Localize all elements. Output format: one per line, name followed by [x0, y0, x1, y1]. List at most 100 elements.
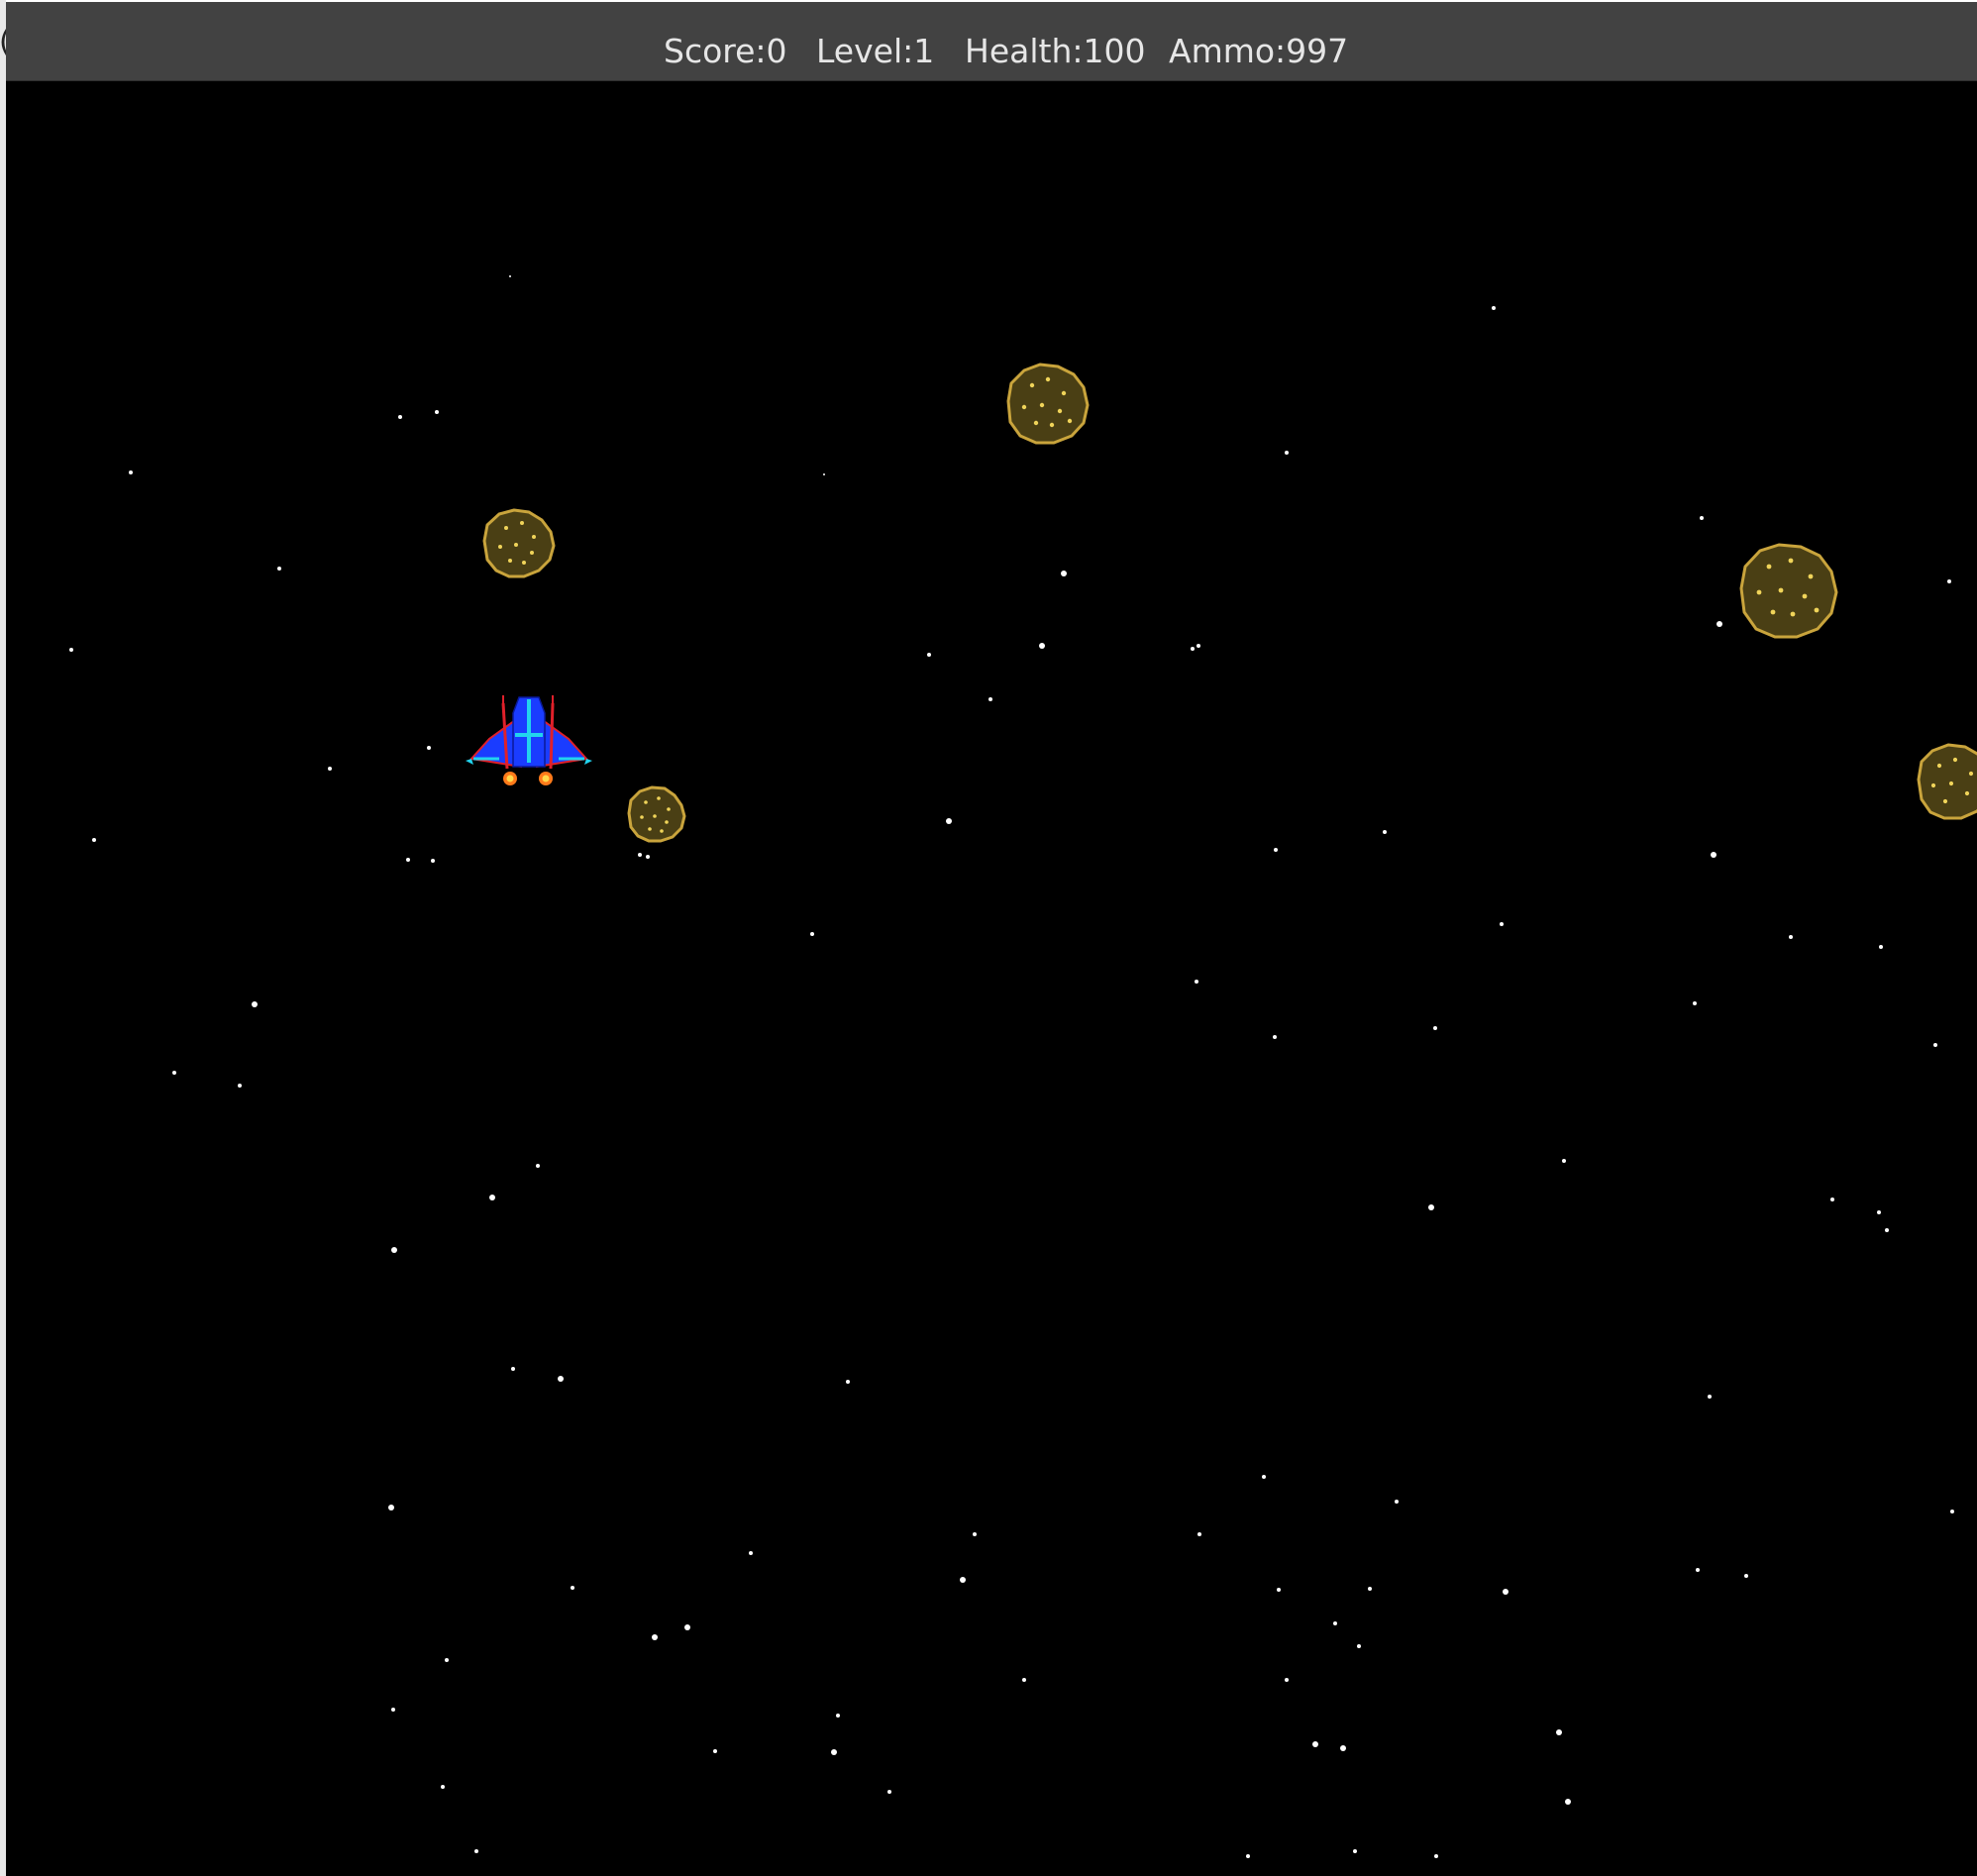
star-dot [1428, 1204, 1434, 1210]
level-label: Level:1 [816, 32, 935, 70]
star-dot [1197, 644, 1200, 648]
star-dot [1285, 1678, 1289, 1682]
star-dot [1274, 848, 1278, 852]
star-dot [652, 1634, 658, 1640]
star-dot [1022, 1678, 1026, 1682]
star-dot [1353, 1849, 1357, 1853]
star-dot [172, 1071, 176, 1075]
star-dot [1277, 1588, 1281, 1592]
star-dot [927, 653, 931, 657]
starfield [69, 275, 1954, 1858]
star-dot [713, 1749, 717, 1753]
star-dot [277, 567, 281, 571]
star-dot [435, 410, 439, 414]
star-dot [328, 767, 332, 771]
star-dot [536, 1164, 540, 1168]
star-dot [406, 858, 410, 862]
star-dot [1879, 945, 1883, 949]
star-dot [1383, 830, 1387, 834]
star-dot [511, 1367, 515, 1371]
asteroid-icon [1006, 363, 1090, 445]
space-field [69, 275, 1977, 1858]
star-dot [1950, 1510, 1954, 1513]
star-dot [1565, 1799, 1571, 1805]
spaceship-icon [466, 695, 592, 785]
ammo-label: Ammo:997 [1169, 32, 1349, 70]
star-dot [558, 1376, 564, 1382]
star-dot [1693, 1001, 1697, 1005]
asteroid-icon [482, 508, 556, 578]
score-label: Score:0 [664, 32, 787, 70]
star-dot [1039, 643, 1045, 649]
star-dot [1061, 571, 1067, 576]
star-dot [1368, 1587, 1372, 1591]
star-dot [1708, 1395, 1712, 1399]
star-dot [1947, 579, 1951, 583]
star-dot [571, 1586, 574, 1590]
game-canvas[interactable] [6, 81, 1977, 1876]
star-dot [489, 1195, 495, 1200]
star-dot [638, 853, 642, 857]
star-dot [846, 1380, 850, 1384]
star-dot [1195, 980, 1198, 984]
hud-bar: Score:0 Level:1 Health:100 Ammo:997 [6, 2, 1977, 81]
star-dot [836, 1714, 840, 1718]
star-dot [831, 1749, 837, 1755]
star-dot [1357, 1644, 1361, 1648]
star-dot [1333, 1621, 1337, 1625]
health-label: Health:100 [965, 32, 1146, 70]
star-dot [388, 1505, 394, 1511]
star-dot [474, 1849, 478, 1853]
star-dot [1312, 1741, 1318, 1747]
star-dot [1191, 647, 1195, 651]
star-dot [92, 838, 96, 842]
star-dot [1744, 1574, 1748, 1578]
star-dot [1500, 922, 1504, 926]
star-dot [398, 415, 402, 419]
asteroid-icon [1739, 543, 1838, 639]
star-dot [646, 855, 650, 859]
star-dot [684, 1624, 690, 1630]
star-dot [431, 859, 435, 863]
star-dot [823, 473, 825, 475]
asteroid-icon [1917, 743, 1977, 820]
star-dot [810, 932, 814, 936]
star-dot [509, 275, 511, 277]
star-dot [1711, 852, 1717, 858]
star-dot [1340, 1745, 1346, 1751]
star-dot [1285, 451, 1289, 455]
star-dot [749, 1551, 753, 1555]
star-dot [252, 1001, 258, 1007]
star-dot [1830, 1198, 1834, 1201]
star-dot [445, 1658, 449, 1662]
star-dot [988, 697, 992, 701]
star-dot [1877, 1210, 1881, 1214]
asteroid-icon [627, 785, 686, 843]
star-dot [887, 1790, 891, 1794]
star-dot [129, 470, 133, 474]
star-dot [1503, 1589, 1509, 1595]
star-dot [1562, 1159, 1566, 1163]
star-dot [441, 1785, 445, 1789]
star-dot [1395, 1500, 1399, 1504]
star-dot [1197, 1532, 1201, 1536]
star-dot [1262, 1475, 1266, 1479]
star-dot [1556, 1729, 1562, 1735]
star-dot [391, 1247, 397, 1253]
star-dot [946, 818, 952, 824]
star-dot [1434, 1854, 1438, 1858]
star-dot [1717, 621, 1722, 627]
star-dot [1696, 1568, 1700, 1572]
star-dot [427, 746, 431, 750]
star-dot [1492, 306, 1496, 310]
star-dot [69, 648, 73, 652]
star-dot [973, 1532, 977, 1536]
star-dot [391, 1708, 395, 1712]
star-dot [1246, 1854, 1250, 1858]
star-dot [1700, 516, 1704, 520]
star-dot [1433, 1026, 1437, 1030]
star-dot [960, 1577, 966, 1583]
star-dot [238, 1084, 242, 1088]
star-dot [1273, 1035, 1277, 1039]
star-dot [1885, 1228, 1889, 1232]
